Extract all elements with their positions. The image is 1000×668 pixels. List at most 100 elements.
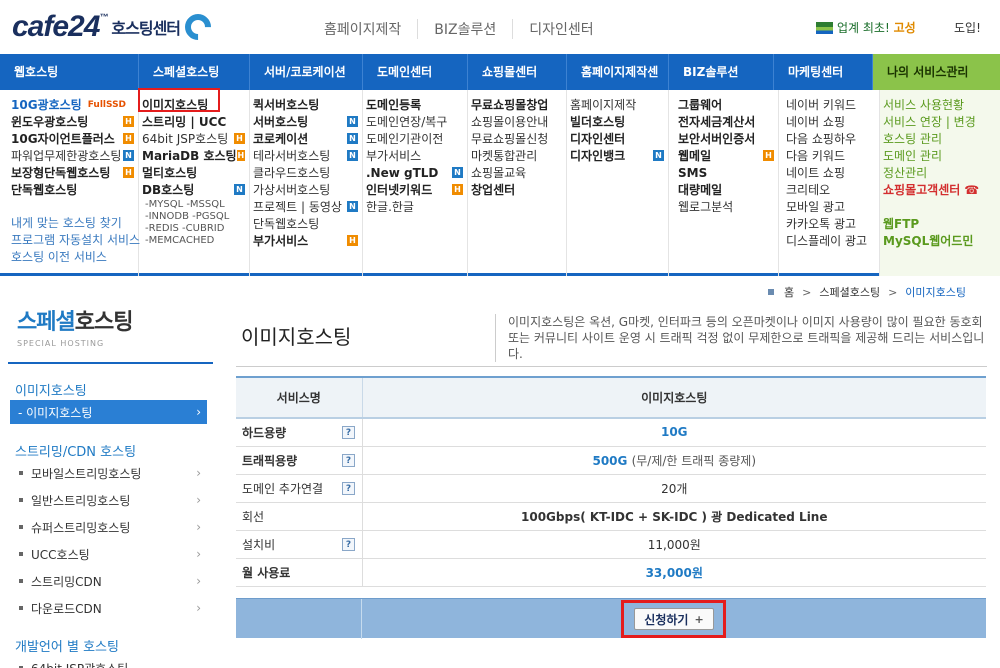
sidebar-item[interactable]: 스트리밍CDN › [10, 569, 207, 593]
menu-item[interactable]: 멀티호스팅 [139, 164, 249, 181]
menu-item[interactable]: 10G자이언트플러스 H [8, 130, 138, 147]
menu-item[interactable]: 다음 쇼핑하우 [783, 130, 879, 147]
menu-item[interactable]: 서버호스팅 N [250, 113, 362, 130]
nav-server[interactable]: 서버/코로케이션 [250, 54, 363, 90]
menu-item[interactable]: 파워업무제한광호스팅 N [8, 147, 138, 164]
menu-item[interactable]: 창업센터 [468, 181, 566, 198]
sidebar-item[interactable]: 64bit JSP광호스팅 [10, 656, 207, 668]
menu-subitem[interactable]: -REDIS -CUBRID [139, 222, 249, 234]
nav-special-hosting[interactable]: 스페셜호스팅 [139, 54, 250, 90]
help-icon[interactable]: ? [342, 425, 355, 439]
menu-item[interactable]: 디자인센터 [567, 130, 668, 147]
menu-item[interactable]: 코로케이션 N [250, 130, 362, 147]
menu-item[interactable]: 스트리밍 | UCC [139, 113, 249, 130]
menu-item[interactable]: 웹FTP [880, 215, 1000, 232]
menu-item[interactable]: MySQL웹어드민 [880, 232, 1000, 249]
cafe24-logo[interactable]: cafe24™ 호스팅센터 [12, 8, 217, 46]
menu-item[interactable]: 정산관리 [880, 164, 1000, 181]
sidebar-item[interactable]: 다운로드CDN › [10, 596, 207, 620]
help-icon[interactable]: ? [342, 537, 355, 551]
menu-item[interactable]: 카카오톡 광고 [783, 215, 879, 232]
menu-item[interactable]: 가상서버호스팅 [250, 181, 362, 198]
menu-subitem[interactable]: -MEMCACHED [139, 234, 249, 246]
sidebar-item[interactable]: 슈퍼스트리밍호스팅 › [10, 515, 207, 539]
menu-item[interactable]: 디스플레이 광고 [783, 232, 879, 249]
nav-domain[interactable]: 도메인센터 [363, 54, 468, 90]
menu-item[interactable]: 크리테오 [783, 181, 879, 198]
menu-item[interactable]: DB호스팅 N [139, 181, 249, 198]
top-link-biz[interactable]: BIZ솔루션 [417, 19, 512, 39]
menu-item[interactable]: 퀵서버호스팅 [250, 96, 362, 113]
menu-item[interactable]: .New gTLD N [363, 164, 467, 181]
menu-item[interactable]: 내게 맞는 호스팅 찾기 [8, 214, 138, 231]
menu-item[interactable]: 도메인연장/복구 [363, 113, 467, 130]
menu-item[interactable]: 호스팅 이전 서비스 [8, 248, 138, 265]
menu-item[interactable]: 테라서버호스팅 N [250, 147, 362, 164]
nav-homepage[interactable]: 홈페이지제작센터 [567, 54, 669, 115]
menu-item[interactable]: 웹메일 H [675, 147, 778, 164]
menu-item[interactable]: 프로그램 자동설치 서비스 [8, 231, 140, 248]
menu-item[interactable]: 모바일 광고 [783, 198, 879, 215]
menu-item[interactable]: 윈도우광호스팅 H [8, 113, 138, 130]
menu-item[interactable]: 보안서버인증서 [675, 130, 778, 147]
sidebar-category-image[interactable]: 이미지호스팅 [15, 380, 87, 399]
sidebar-category-streaming[interactable]: 스트리밍/CDN 호스팅 [15, 441, 136, 460]
menu-item[interactable]: 부가서비스 H [250, 232, 362, 249]
menu-item[interactable]: 쇼핑몰고객센터 ☎ [880, 181, 1000, 198]
menu-item[interactable]: 마켓통합관리 [468, 147, 566, 164]
menu-item[interactable]: MariaDB 호스팅 H [139, 147, 249, 164]
menu-item[interactable]: 전자세금계산서 [675, 113, 778, 130]
menu-item[interactable]: 도메인기관이전 [363, 130, 467, 147]
menu-item[interactable]: 프로젝트 | 동영상 N [250, 198, 362, 215]
menu-item[interactable]: 64bit JSP호스팅 H [139, 130, 249, 147]
nav-web-hosting[interactable]: 웹호스팅 [0, 54, 139, 90]
menu-item[interactable]: 부가서비스 [363, 147, 467, 164]
breadcrumb-special[interactable]: 스페셜호스팅 [819, 284, 880, 300]
nav-shopping[interactable]: 쇼핑몰센터 [468, 54, 567, 90]
menu-item[interactable]: 한글.한글 [363, 198, 467, 215]
menu-item[interactable]: 10G광호스팅 FullSSD [8, 96, 138, 113]
menu-item[interactable]: 웹로그분석 [675, 198, 778, 215]
menu-item[interactable]: 무료쇼핑몰창업 [468, 96, 566, 113]
menu-item[interactable]: 서비스 연장 | 변경 [880, 113, 1000, 130]
menu-subitem[interactable]: -INNODB -PGSQL [139, 210, 249, 222]
sidebar-category-dev[interactable]: 개발언어 별 호스팅 [15, 636, 119, 655]
help-icon[interactable]: ? [342, 481, 355, 495]
menu-item[interactable]: 무료쇼핑몰신청 [468, 130, 566, 147]
promo-banner[interactable]: 업계 최초! 고성 [816, 19, 916, 36]
breadcrumb-home[interactable]: 홈 [784, 284, 794, 300]
menu-item[interactable]: 그룹웨어 [675, 96, 778, 113]
menu-item[interactable]: 인터넷키워드 H [363, 181, 467, 198]
sidebar-item[interactable]: 일반스트리밍호스팅 › [10, 488, 207, 512]
menu-item[interactable]: 단독웹호스팅 [250, 215, 362, 232]
nav-biz[interactable]: BIZ솔루션 [669, 54, 774, 90]
menu-item[interactable]: 단독웹호스팅 [8, 181, 138, 198]
menu-item[interactable]: 서비스 사용현황 [880, 96, 1000, 113]
menu-item[interactable]: 도메인등록 [363, 96, 467, 113]
menu-item[interactable]: 클라우드호스팅 [250, 164, 362, 181]
help-link[interactable]: 도입! [954, 19, 981, 36]
menu-item[interactable]: 네이트 쇼핑 [783, 164, 879, 181]
menu-item[interactable]: 대량메일 [675, 181, 778, 198]
menu-item[interactable]: 빌더호스팅 [567, 113, 668, 130]
menu-item[interactable]: 네이버 키워드 [783, 96, 879, 113]
help-icon[interactable]: ? [342, 453, 355, 467]
menu-subitem[interactable]: -MYSQL -MSSQL [139, 198, 249, 210]
menu-item[interactable]: 호스팅 관리 [880, 130, 1000, 147]
nav-my-service[interactable]: 나의 서비스관리 [873, 54, 1000, 90]
top-link-design[interactable]: 디자인센터 [512, 19, 609, 39]
menu-item[interactable]: 다음 키워드 [783, 147, 879, 164]
sidebar-item-image-hosting[interactable]: - 이미지호스팅 › [10, 400, 207, 424]
menu-item[interactable]: 도메인 관리 [880, 147, 1000, 164]
menu-item[interactable]: 보장형단독웹호스팅 H [8, 164, 138, 181]
sidebar-item[interactable]: UCC호스팅 › [10, 542, 207, 566]
menu-item[interactable]: 네이버 쇼핑 [783, 113, 879, 130]
menu-item[interactable]: 홈페이지제작 [567, 96, 668, 113]
sidebar-item[interactable]: 모바일스트리밍호스팅 › [10, 461, 207, 485]
nav-marketing[interactable]: 마케팅센터 [774, 54, 873, 90]
top-link-homepage[interactable]: 홈페이지제작 [308, 19, 417, 39]
menu-item[interactable]: 쇼핑몰이용안내 [468, 113, 566, 130]
menu-item[interactable]: SMS [675, 164, 778, 181]
menu-item[interactable]: 디자인뱅크 N [567, 147, 668, 164]
menu-item[interactable]: 쇼핑몰교육 [468, 164, 566, 181]
